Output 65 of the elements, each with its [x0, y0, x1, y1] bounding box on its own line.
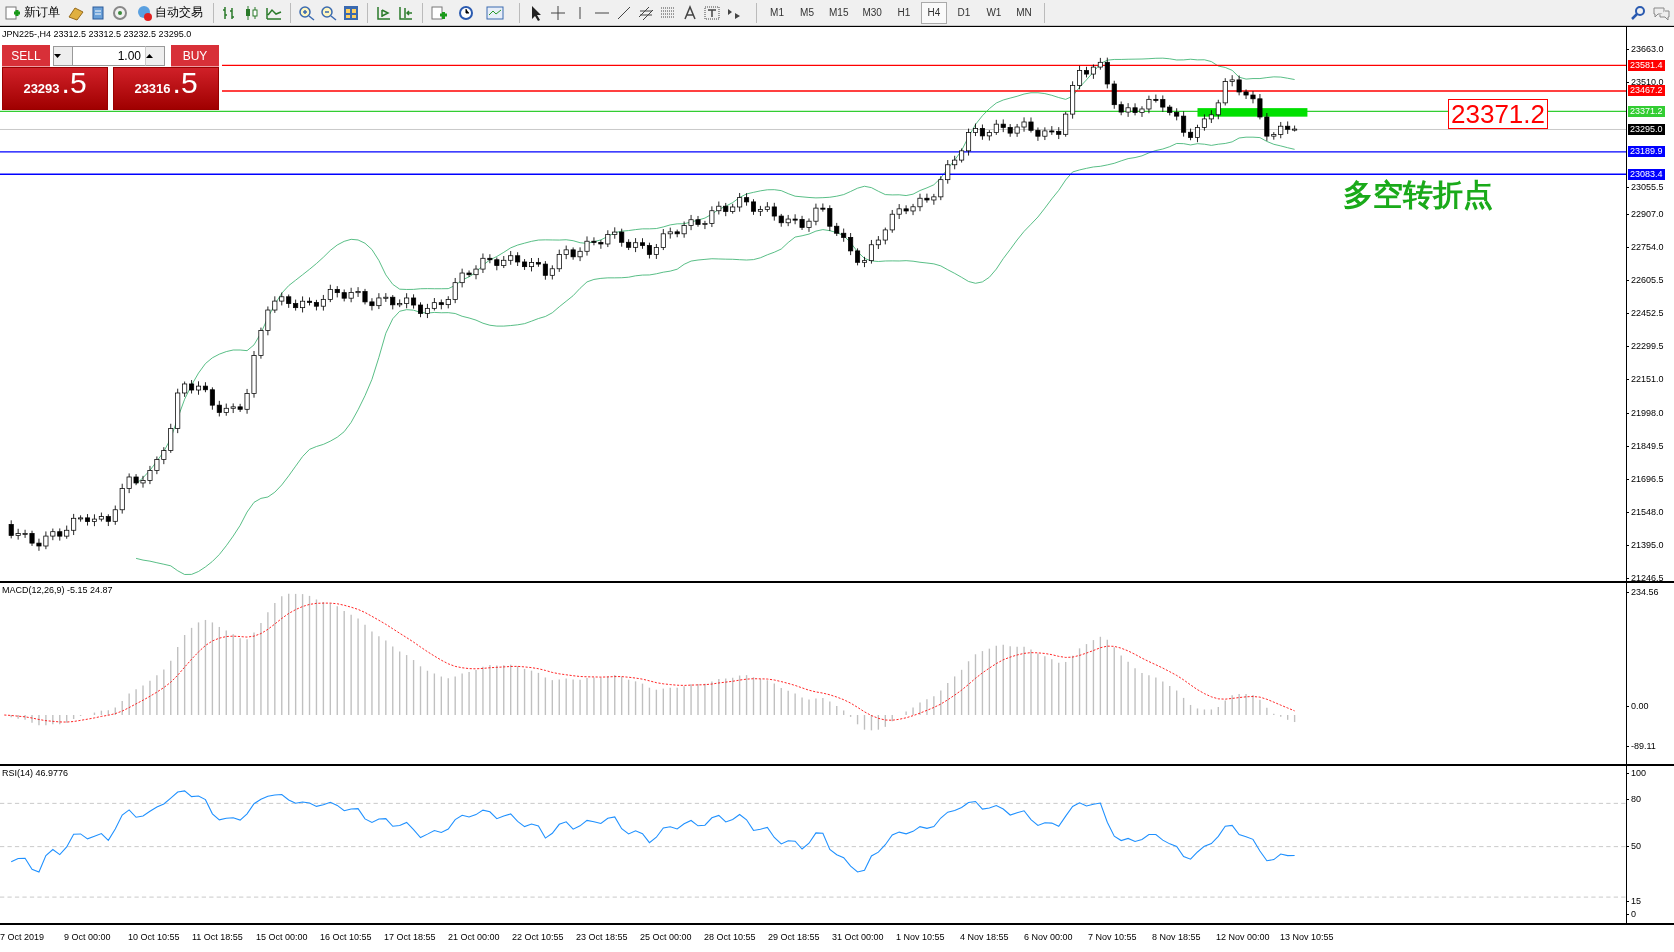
time-label: 31 Oct 00:00 — [832, 932, 885, 942]
timeframe-tab[interactable]: M5 — [794, 1, 820, 24]
time-label: 12 Nov 00:00 — [1216, 932, 1271, 942]
time-label: 16 Oct 10:55 — [320, 932, 373, 942]
timeframe-tab[interactable]: H4 — [920, 1, 947, 24]
new-order-icon — [5, 4, 21, 21]
time-label: 22 Oct 10:55 — [512, 932, 565, 942]
time-label: 8 Nov 18:55 — [1152, 932, 1202, 942]
candlestick-icon[interactable] — [243, 4, 261, 21]
quote-price[interactable]: 23293.5 — [2, 67, 108, 110]
time-label: 21 Oct 00:00 — [448, 932, 501, 942]
annotation-text: 多空转折点 — [1343, 176, 1493, 214]
time-label: 9 Oct 00:00 — [64, 932, 112, 942]
time-label: 25 Oct 00:00 — [640, 932, 693, 942]
auto-scroll-icon[interactable] — [397, 4, 415, 21]
price-line-label: 23083.4 — [1628, 168, 1665, 180]
auto-trading-button[interactable]: 自动交易 — [133, 1, 206, 24]
rsi-label: RSI(14) 46.9776 — [2, 768, 69, 778]
decrease-lot-button[interactable] — [53, 46, 73, 66]
tile-windows-icon[interactable] — [342, 4, 360, 21]
chart-header: JPN225-,H4 23312.5 23312.5 23232.5 23295.0 — [2, 29, 192, 39]
time-label: 11 Oct 18:55 — [192, 932, 244, 942]
up-arrow-icon — [146, 54, 153, 58]
time-label: 6 Nov 00:00 — [1024, 932, 1074, 942]
timeframe-tab[interactable]: M30 — [857, 1, 887, 24]
time-label: 10 Oct 10:55 — [128, 932, 181, 942]
lot-size-field[interactable]: 1.00 — [73, 46, 145, 66]
timeframe-tab[interactable]: D1 — [950, 1, 977, 24]
trend-line-icon[interactable] — [615, 4, 633, 21]
time-label: 1 Nov 10:55 — [896, 932, 946, 942]
chart-shift-icon[interactable] — [375, 4, 393, 21]
zoom-out-icon[interactable] — [320, 4, 338, 21]
timeframe-tab[interactable]: M15 — [824, 1, 854, 24]
channel-icon[interactable] — [637, 4, 655, 21]
macd-label: MACD(12,26,9) -5.15 24.87 — [2, 585, 113, 595]
timeframe-tab[interactable]: W1 — [980, 1, 1007, 24]
price-line-label: 23371.2 — [1628, 105, 1665, 117]
time-label: 13 Nov 10:55 — [1280, 932, 1335, 942]
time-label: 7 Oct 2019 — [0, 932, 46, 942]
auto-trading-icon — [136, 4, 152, 21]
time-label: 4 Nov 18:55 — [960, 932, 1010, 942]
increase-lot-button[interactable] — [145, 46, 165, 66]
time-label: 23 Oct 18:55 — [576, 932, 629, 942]
quote-price[interactable]: 23316.5 — [113, 67, 219, 110]
time-label: 29 Oct 18:55 — [768, 932, 821, 942]
price-line-label: 23467.2 — [1628, 85, 1665, 97]
text-label-icon[interactable] — [703, 4, 721, 21]
time-label: 28 Oct 10:55 — [704, 932, 757, 942]
new-order-button[interactable]: 新订单 — [2, 1, 63, 24]
zoom-in-icon[interactable] — [298, 4, 316, 21]
search-icon[interactable] — [1630, 4, 1648, 21]
sell-button[interactable]: SELL — [2, 45, 50, 67]
price-callout: 23371.2 — [1448, 99, 1548, 129]
text-tool-icon[interactable] — [681, 4, 699, 21]
down-arrow-icon — [54, 54, 61, 58]
buy-button[interactable]: BUY — [171, 45, 219, 67]
timeframe-tab[interactable]: M1 — [764, 1, 790, 24]
timeframe-tab[interactable]: H1 — [890, 1, 917, 24]
time-label: 17 Oct 18:55 — [384, 932, 437, 942]
price-line-label: 23295.0 — [1628, 123, 1665, 135]
timeframe-tab[interactable]: MN — [1010, 1, 1037, 24]
price-line-label: 23189.9 — [1628, 146, 1665, 158]
time-label: 15 Oct 00:00 — [256, 932, 309, 942]
price-line-label: 23581.4 — [1628, 59, 1665, 71]
time-label: 7 Nov 10:55 — [1088, 932, 1138, 942]
